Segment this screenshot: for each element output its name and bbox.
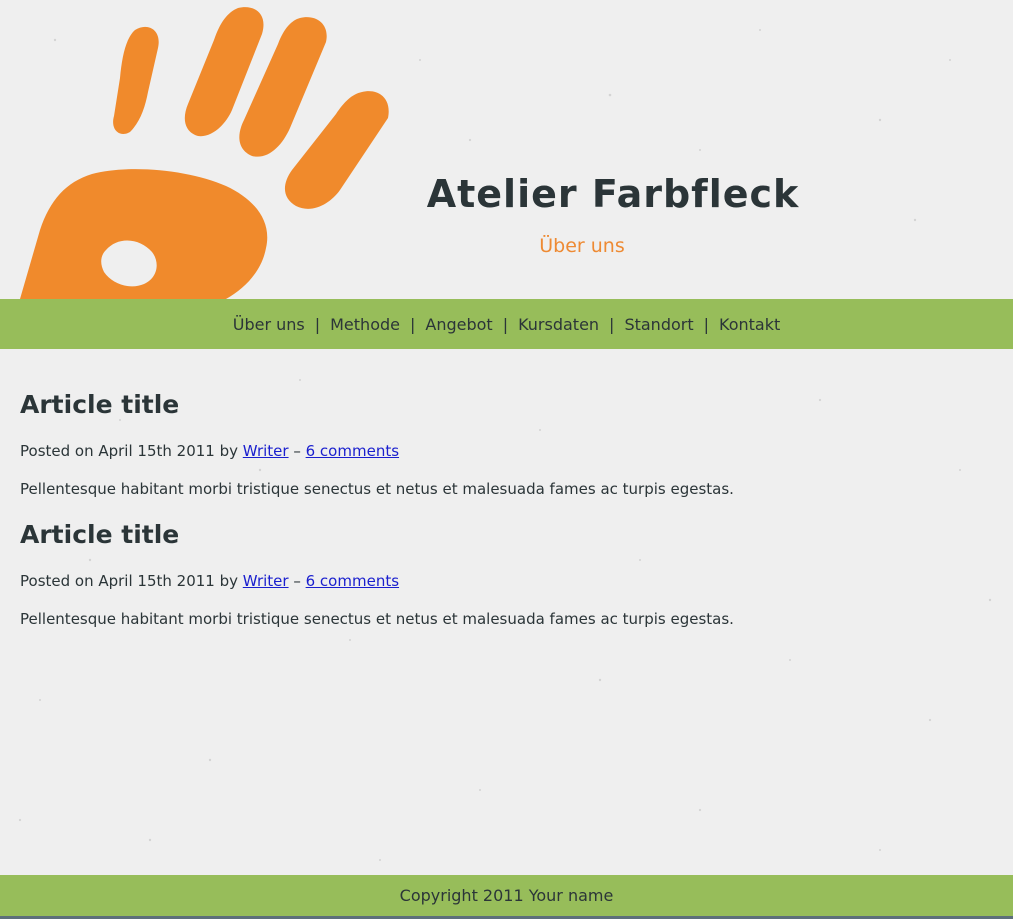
meta-dash: – bbox=[293, 442, 301, 460]
site-footer: Copyright 2011 Your name bbox=[0, 875, 1013, 916]
article-title: Article title bbox=[20, 520, 180, 549]
article-meta: Posted on April 15th 2011 by Writer – 6 … bbox=[20, 432, 980, 470]
comments-link[interactable]: 6 comments bbox=[306, 572, 399, 590]
nav-separator: | bbox=[609, 314, 615, 334]
comments-link[interactable]: 6 comments bbox=[306, 442, 399, 460]
nav-separator: | bbox=[502, 314, 509, 334]
article-title: Article title bbox=[20, 390, 180, 419]
article: Article title Posted on April 15th 2011 … bbox=[20, 508, 980, 638]
meta-dash: – bbox=[293, 572, 301, 590]
posted-date-text: Posted on April 15th 2011 by bbox=[20, 442, 238, 460]
author-link[interactable]: Writer bbox=[243, 572, 289, 590]
article-meta: Posted on April 15th 2011 by Writer – 6 … bbox=[20, 562, 980, 600]
handprint-logo-icon bbox=[20, 7, 389, 299]
site-header: Atelier Farbfleck Über uns bbox=[0, 0, 1013, 299]
author-link[interactable]: Writer bbox=[243, 442, 289, 460]
nav-item-kursdaten[interactable]: Kursdaten bbox=[518, 315, 599, 334]
posted-date-text: Posted on April 15th 2011 by bbox=[20, 572, 238, 590]
main-content: Article title Posted on April 15th 2011 … bbox=[20, 378, 980, 638]
nav-item-angebot[interactable]: Angebot bbox=[425, 315, 492, 334]
copyright-text: Copyright 2011 Your name bbox=[399, 886, 614, 905]
nav-separator: | bbox=[703, 314, 709, 334]
article-body: Pellentesque habitant morbi tristique se… bbox=[20, 610, 734, 628]
site-title: Atelier Farbfleck bbox=[426, 172, 800, 216]
nav-item-standort[interactable]: Standort bbox=[624, 315, 693, 334]
main-navigation: Über uns | Methode | Angebot | Kursdaten… bbox=[0, 299, 1013, 349]
page-subtitle: Über uns bbox=[539, 235, 625, 257]
nav-separator: | bbox=[314, 314, 321, 334]
article: Article title Posted on April 15th 2011 … bbox=[20, 378, 980, 508]
nav-separator: | bbox=[409, 314, 416, 334]
article-body: Pellentesque habitant morbi tristique se… bbox=[20, 480, 734, 498]
nav-item-ueber-uns[interactable]: Über uns bbox=[233, 315, 305, 334]
nav-item-kontakt[interactable]: Kontakt bbox=[719, 315, 780, 334]
nav-item-methode[interactable]: Methode bbox=[330, 315, 400, 334]
